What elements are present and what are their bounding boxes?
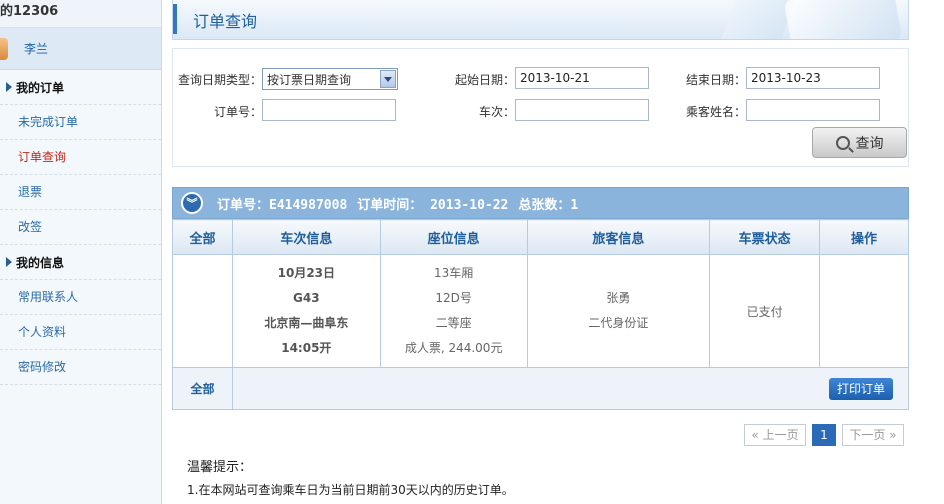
table-footer-row: 全部 打印订单 — [172, 367, 910, 410]
triangle-right-icon — [6, 82, 12, 92]
sidebar: 的12306 李兰 我的订单 未完成订单 订单查询 退票 改签 我的信息 常用联… — [0, 0, 162, 504]
search-button-label: 查询 — [855, 135, 884, 152]
ticket-count: 总张数：1 — [518, 197, 579, 213]
brand-title: 的12306 — [0, 0, 161, 28]
col-header-action: 操作 — [819, 219, 909, 255]
table-header-row: 全部 车次信息 座位信息 旅客信息 车票状态 操作 — [172, 219, 909, 255]
row-select-cell[interactable] — [172, 254, 233, 368]
order-time: 订单时间： 2013-10-22 — [357, 197, 509, 213]
date-type-label: 查询日期类型： — [178, 73, 263, 87]
train-no-label: 车次： — [479, 105, 516, 119]
passenger-name-label: 乘客姓名： — [686, 105, 747, 119]
sidebar-item-change-ticket[interactable]: 改签 — [0, 210, 161, 245]
sidebar-item-refund[interactable]: 退票 — [0, 175, 161, 210]
action-cell — [819, 254, 909, 368]
passenger-name-input[interactable] — [746, 99, 880, 121]
seat-class: 二等座 — [435, 316, 472, 330]
start-date-input[interactable] — [515, 67, 649, 89]
header-accent-bar — [173, 4, 177, 34]
search-icon — [835, 135, 850, 150]
table-row: 10月23日 G43 北京南—曲阜东 14:05开 13车厢 12D号 二等座 … — [172, 254, 909, 368]
end-date-label: 结束日期： — [686, 73, 747, 87]
tips-title: 温馨提示： — [187, 460, 253, 475]
user-panel: 李兰 — [0, 28, 161, 70]
sidebar-item-incomplete-orders[interactable]: 未完成订单 — [0, 105, 161, 140]
prev-page-button[interactable]: « 上一页 — [744, 424, 806, 446]
date-type-value: 按订票日期查询 — [267, 73, 352, 87]
tips-item: 1.在本网站可查询乘车日为当前日期前30天以内的历史订单。 — [187, 483, 514, 497]
seat-info-cell: 13车厢 12D号 二等座 成人票, 244.00元 — [379, 254, 528, 368]
col-header-train: 车次信息 — [231, 219, 381, 255]
seat-number: 12D号 — [435, 291, 472, 305]
sidebar-item-order-query[interactable]: 订单查询 — [0, 140, 161, 175]
user-name: 李兰 — [24, 42, 49, 56]
train-no-input[interactable] — [515, 99, 649, 121]
page-1-button[interactable]: 1 — [812, 424, 836, 446]
order-no-label: 订单号： — [214, 105, 263, 119]
chevron-down-icon[interactable] — [380, 70, 396, 88]
footer-select-all[interactable]: 全部 — [172, 367, 233, 410]
print-order-button[interactable]: 打印订单 — [829, 377, 893, 400]
train-info-cell: 10月23日 G43 北京南—曲阜东 14:05开 — [231, 254, 381, 368]
chevron-double-down-icon[interactable]: ︾ — [181, 192, 203, 214]
order-summary-bar: ︾ 订单号：E414987008 订单时间： 2013-10-22 总张数：1 — [172, 187, 909, 219]
train-route: 北京南—曲阜东 — [264, 316, 349, 330]
col-header-seat: 座位信息 — [379, 219, 528, 255]
col-header-all[interactable]: 全部 — [172, 219, 233, 255]
passenger-name: 张勇 — [606, 291, 631, 305]
next-page-button[interactable]: 下一页 » — [842, 424, 904, 446]
date-type-select[interactable]: 按订票日期查询 — [262, 68, 398, 90]
col-header-status: 车票状态 — [709, 219, 821, 255]
ticket-status: 已支付 — [709, 254, 821, 368]
seat-car: 13车厢 — [434, 266, 474, 280]
train-date: 10月23日 — [277, 266, 336, 280]
nav-section-label: 我的信息 — [16, 255, 65, 270]
triangle-right-icon — [6, 257, 12, 267]
col-header-passenger: 旅客信息 — [526, 219, 711, 255]
train-number: G43 — [293, 291, 320, 305]
header-decoration — [783, 0, 903, 39]
order-no-input[interactable] — [262, 99, 396, 121]
search-form: 查询日期类型： 按订票日期查询 起始日期： 结束日期： 订单号： 车次： 乘客姓… — [172, 48, 909, 167]
passenger-id-type: 二代身份证 — [588, 316, 649, 330]
nav-section-label: 我的订单 — [16, 80, 65, 95]
order-number: 订单号：E414987008 — [217, 197, 348, 213]
sidebar-item-password[interactable]: 密码修改 — [0, 350, 161, 385]
sidebar-item-contacts[interactable]: 常用联系人 — [0, 280, 161, 315]
page-title: 订单查询 — [193, 12, 258, 31]
seat-price: 成人票, 244.00元 — [404, 341, 503, 355]
passenger-info-cell: 张勇 二代身份证 — [526, 254, 711, 368]
order-table: 全部 车次信息 座位信息 旅客信息 车票状态 操作 10月23日 G43 北京南… — [172, 219, 910, 410]
avatar-icon — [0, 37, 8, 60]
nav-section-my-orders[interactable]: 我的订单 — [0, 70, 161, 105]
train-departure: 14:05开 — [281, 341, 332, 355]
page-header: 订单查询 — [172, 0, 909, 40]
search-button[interactable]: 查询 — [812, 127, 907, 158]
nav-section-my-info[interactable]: 我的信息 — [0, 245, 161, 280]
end-date-input[interactable] — [746, 67, 880, 89]
header-decoration — [720, 0, 796, 39]
footer-actions: 打印订单 — [231, 367, 910, 410]
start-date-label: 起始日期： — [455, 73, 516, 87]
sidebar-item-profile[interactable]: 个人资料 — [0, 315, 161, 350]
